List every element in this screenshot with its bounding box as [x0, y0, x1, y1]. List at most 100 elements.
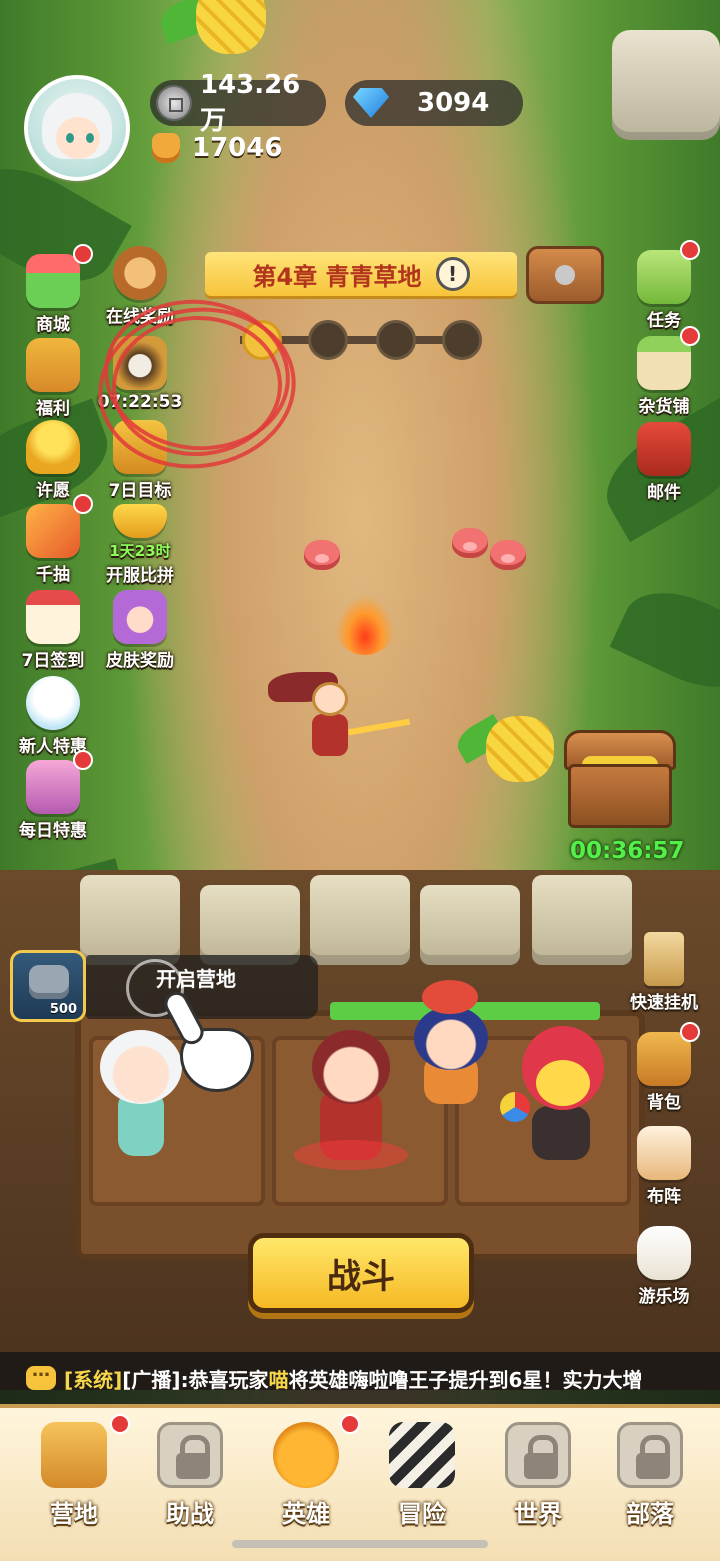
hero-body	[312, 714, 348, 756]
broadcast-prefix: :恭喜玩家	[180, 1367, 269, 1392]
menu-general-store[interactable]: 杂货铺	[620, 326, 708, 417]
menu-label: 7日目标	[108, 481, 172, 501]
notification-dot	[73, 244, 93, 264]
menu-tasks[interactable]: 任务	[620, 240, 708, 331]
stage-node	[442, 320, 482, 360]
nav-tribe[interactable]: 部落	[594, 1420, 706, 1538]
notification-dot	[680, 240, 700, 260]
menu-formation[interactable]: 布阵	[620, 1126, 708, 1207]
attacking-hero	[268, 668, 411, 768]
home-indicator[interactable]	[232, 1540, 488, 1548]
nav-label: 冒险	[398, 1500, 446, 1528]
notification-dot	[680, 326, 700, 346]
hero-caveman[interactable]	[400, 980, 500, 1120]
notification-dot	[73, 494, 93, 514]
nav-adventure[interactable]: 冒险	[366, 1420, 478, 1538]
chapter-chest-icon[interactable]	[526, 246, 604, 304]
menu-label: 商城	[36, 315, 70, 335]
lock-icon	[617, 1422, 683, 1488]
boar-enemy	[304, 540, 340, 570]
menu-backpack[interactable]: 背包	[620, 1022, 708, 1113]
menu-seven-day-signin[interactable]: 7日签到	[9, 590, 97, 671]
wall-stone	[532, 875, 632, 965]
hero-red-warrior[interactable]	[290, 1010, 410, 1170]
avatar-eye	[66, 133, 74, 143]
shop-icon	[26, 254, 80, 308]
menu-label: 皮肤奖励	[106, 651, 174, 671]
idle-reward-chest[interactable]	[562, 728, 680, 832]
treasure-box-icon	[26, 760, 80, 814]
backpack-icon	[637, 1032, 691, 1086]
menu-label: 游乐场	[638, 1287, 690, 1307]
power-value: 17046	[192, 133, 283, 163]
menu-newbie-deal[interactable]: 新人特惠	[9, 676, 97, 757]
hourglass-icon	[644, 932, 684, 986]
pineapple-icon	[486, 716, 554, 782]
menu-shop[interactable]: 商城	[9, 244, 97, 335]
menu-thousand-draw[interactable]: 千抽	[9, 494, 97, 585]
clock-icon	[113, 246, 167, 300]
formation-flag-icon	[637, 1126, 691, 1180]
menu-label: 开服比拼	[106, 566, 174, 586]
unit-head	[414, 1006, 488, 1070]
nav-world[interactable]: 世界	[482, 1420, 594, 1538]
menu-server-race[interactable]: 1天23时 开服比拼	[96, 504, 184, 586]
jungle-leaf	[609, 574, 720, 706]
menu-label: 杂货铺	[638, 397, 690, 417]
fire-tornado	[335, 595, 395, 655]
stage-node	[308, 320, 348, 360]
cards-icon	[26, 504, 80, 558]
hero-dino-hood[interactable]	[518, 1016, 608, 1166]
coin-icon	[156, 85, 192, 121]
player-avatar[interactable]	[24, 75, 130, 181]
menu-label: 布阵	[647, 1187, 681, 1207]
stone-ruin	[612, 30, 720, 140]
notification-dot	[73, 750, 93, 770]
ball	[500, 1092, 530, 1122]
menu-skin-reward[interactable]: 皮肤奖励	[96, 590, 184, 671]
menu-quick-idle[interactable]: 快速挂机	[620, 932, 708, 1013]
nav-heroes[interactable]: 英雄	[250, 1414, 362, 1538]
menu-daily-deal[interactable]: 每日特惠	[9, 750, 97, 841]
wall-stone	[80, 875, 180, 965]
menu-playground[interactable]: 游乐场	[620, 1226, 708, 1307]
volleyball-icon	[500, 1092, 530, 1122]
nav-camp[interactable]: 营地	[18, 1414, 130, 1538]
unit-face	[536, 1060, 590, 1106]
chest-timer: 00:36:57	[570, 838, 685, 864]
gem-counter[interactable]: 3094	[345, 80, 523, 126]
menu-label: 快速挂机	[630, 993, 698, 1013]
nav-assist[interactable]: 助战	[134, 1420, 246, 1538]
broadcast-message: 将英雄嗨啦噜王子提升到6星！实力大增	[288, 1367, 643, 1392]
boar-enemy	[452, 528, 488, 558]
menu-label: 福利	[36, 399, 70, 419]
menu-welfare[interactable]: 福利	[9, 338, 97, 419]
battle-button[interactable]: 战斗	[248, 1233, 474, 1313]
notification-dot	[680, 1022, 700, 1042]
menu-label: 7日签到	[21, 651, 85, 671]
mailbox-icon	[637, 422, 691, 476]
bottom-navigation: 营地 助战 英雄 冒险 世界 部落	[0, 1404, 720, 1561]
stage-node	[376, 320, 416, 360]
wall-stone	[310, 875, 410, 965]
menu-label: 背包	[647, 1093, 681, 1113]
trophy-cup-icon	[113, 504, 167, 538]
menu-mail[interactable]: 邮件	[620, 422, 708, 503]
broadcast-bar: [系统] [广播] :恭喜玩家 喵 将英雄嗨啦噜王子提升到6星！实力大增	[0, 1352, 720, 1404]
trophy-icon	[26, 420, 80, 474]
wall-stone	[200, 885, 300, 965]
stone-icon	[29, 965, 69, 999]
tutorial-hand-icon	[160, 987, 258, 1100]
menu-wish[interactable]: 许愿	[9, 420, 97, 501]
hand-finger	[160, 987, 208, 1049]
coin-counter[interactable]: 143.26万	[150, 70, 326, 136]
combat-power: 17046	[152, 133, 282, 163]
info-icon[interactable]: !	[435, 257, 470, 291]
camp-stone-item[interactable]: 500	[10, 950, 86, 1022]
notification-dot	[340, 1414, 360, 1434]
chapter-banner[interactable]: 第4章 青青草地 !	[205, 252, 517, 296]
notification-dot	[110, 1414, 130, 1434]
nav-label: 英雄	[282, 1500, 330, 1528]
unit-hat	[422, 980, 478, 1014]
stone-wall	[80, 875, 640, 965]
